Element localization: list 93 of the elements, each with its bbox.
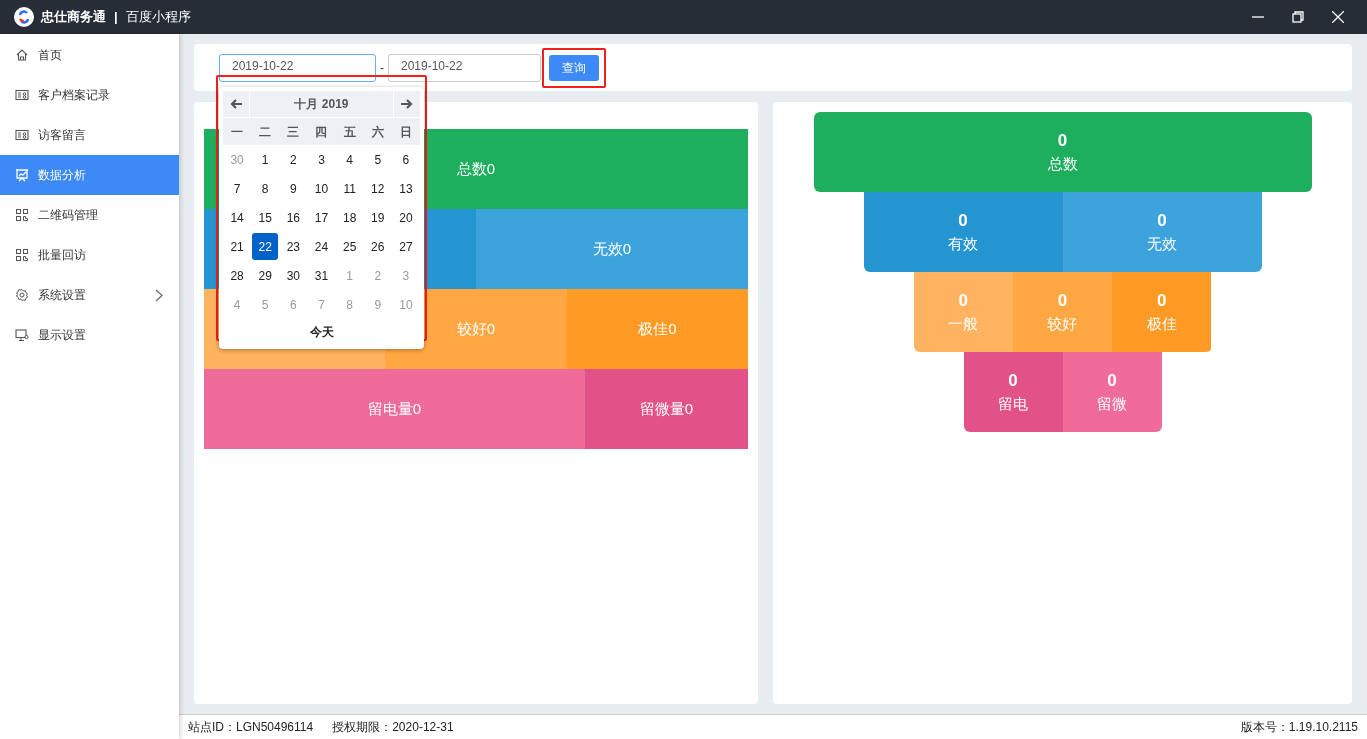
license-period: 授权期限：2020-12-31	[332, 719, 454, 736]
funnel-value: 0	[1008, 370, 1018, 392]
funnel-value: 0	[958, 290, 968, 312]
calendar-day[interactable]: 11	[336, 175, 363, 202]
weekday-header: 三	[286, 123, 301, 141]
weekday-header: 六	[370, 123, 385, 141]
start-date-field[interactable]: 2019-10-22	[219, 53, 376, 82]
window-title: 百度小程序	[125, 8, 191, 27]
weekday-header: 四	[314, 123, 329, 141]
left-arrow-icon	[230, 99, 242, 109]
calendar-day[interactable]: 17	[308, 204, 335, 231]
funnel-value: 0	[1107, 370, 1117, 392]
end-date-field[interactable]: 2019-10-22	[388, 53, 541, 82]
block-label: 较好0	[456, 318, 496, 339]
calendar-day[interactable]: 10	[308, 175, 335, 202]
sidebar-item[interactable]: 二维码管理	[0, 195, 179, 235]
calendar-day[interactable]: 24	[308, 233, 335, 260]
calendar-day[interactable]: 1	[252, 146, 279, 173]
id-card-icon	[15, 128, 29, 142]
today-button[interactable]: 今天	[309, 323, 334, 341]
block-label: 极佳0	[638, 318, 677, 339]
calendar-day[interactable]: 20	[392, 204, 419, 231]
qr-code-icon	[15, 208, 29, 222]
calendar-day[interactable]: 6	[392, 146, 419, 173]
month-title[interactable]: 十月 2019	[250, 91, 393, 117]
calendar-day[interactable]: 9	[280, 175, 307, 202]
calendar-day[interactable]: 8	[252, 175, 279, 202]
weekday-header: 二	[258, 123, 273, 141]
funnel-value: 0	[1157, 210, 1167, 232]
block-label: 总数0	[456, 158, 496, 179]
funnel-label: 无效	[1147, 234, 1177, 254]
site-id: 站点ID：LGN50496114	[188, 719, 314, 736]
id-card-icon	[15, 88, 29, 102]
funnel-label: 一般	[948, 314, 979, 334]
calendar-day[interactable]: 27	[392, 233, 419, 260]
block-label: 留电量0	[367, 398, 422, 419]
calendar-day[interactable]: 4	[336, 146, 363, 173]
settings-icon	[15, 288, 29, 302]
right-arrow-icon	[401, 99, 413, 109]
sidebar-item[interactable]: 首页	[0, 35, 179, 75]
funnel-value: 0	[1057, 130, 1068, 152]
calendar-day[interactable]: 22	[252, 233, 279, 260]
funnel-value: 0	[958, 210, 968, 232]
calendar-day[interactable]: 23	[280, 233, 307, 260]
weekday-header: 日	[398, 123, 413, 141]
calendar-day[interactable]: 30	[280, 262, 307, 289]
calendar-day[interactable]: 25	[336, 233, 363, 260]
chart-icon	[15, 168, 29, 182]
funnel-label: 有效	[948, 234, 978, 254]
app-name: 忠仕商务通	[41, 8, 106, 27]
calendar-day[interactable]: 15	[252, 204, 279, 231]
restore-icon	[1292, 11, 1304, 23]
calendar-day[interactable]: 21	[224, 233, 251, 260]
calendar-day[interactable]: 26	[364, 233, 391, 260]
calendar-day[interactable]: 19	[364, 204, 391, 231]
calendar-day[interactable]: 3	[308, 146, 335, 173]
sidebar-item[interactable]: 系统设置	[0, 275, 179, 315]
calendar-day[interactable]: 13	[392, 175, 419, 202]
app-logo-icon	[14, 7, 34, 27]
calendar-day[interactable]: 16	[280, 204, 307, 231]
funnel-value: 0	[1057, 290, 1068, 312]
calendar-day[interactable]: 14	[224, 204, 251, 231]
calendar-day[interactable]: 12	[364, 175, 391, 202]
funnel-label: 较好	[1047, 314, 1078, 334]
sidebar-item[interactable]: 显示设置	[0, 315, 179, 355]
weekday-header: 五	[342, 123, 357, 141]
version-number: 版本号：1.19.10.2115	[1240, 719, 1358, 736]
block-label: 留微量0	[639, 398, 694, 419]
monitor-icon	[15, 328, 29, 342]
sidebar-item[interactable]: 客户档案记录	[0, 75, 179, 115]
calendar-day[interactable]: 18	[336, 204, 363, 231]
funnel-label: 极佳	[1146, 314, 1177, 334]
calendar-day[interactable]: 2	[280, 146, 307, 173]
funnel-label: 留电	[998, 394, 1028, 414]
home-icon	[15, 48, 29, 62]
funnel-value: 0	[1157, 290, 1167, 312]
close-icon	[1332, 11, 1344, 23]
next-month-button[interactable]	[394, 91, 420, 117]
qr-code-icon	[15, 248, 29, 262]
calendar-day[interactable]: 28	[224, 262, 251, 289]
sidebar-item[interactable]: 访客留言	[0, 115, 179, 155]
calendar-day[interactable]: 29	[252, 262, 279, 289]
date-separator: -	[380, 59, 384, 77]
calendar-day[interactable]: 7	[224, 175, 251, 202]
calendar-day[interactable]: 5	[364, 146, 391, 173]
funnel-label: 留微	[1097, 394, 1127, 414]
title-separator: |	[114, 8, 118, 27]
calendar-day[interactable]: 31	[308, 262, 335, 289]
weekday-header: 一	[230, 123, 245, 141]
block-label: 无效0	[592, 238, 632, 259]
sidebar-item[interactable]: 批量回访	[0, 235, 179, 275]
funnel-label: 总数	[1047, 154, 1078, 174]
previous-month-button[interactable]	[223, 91, 249, 117]
